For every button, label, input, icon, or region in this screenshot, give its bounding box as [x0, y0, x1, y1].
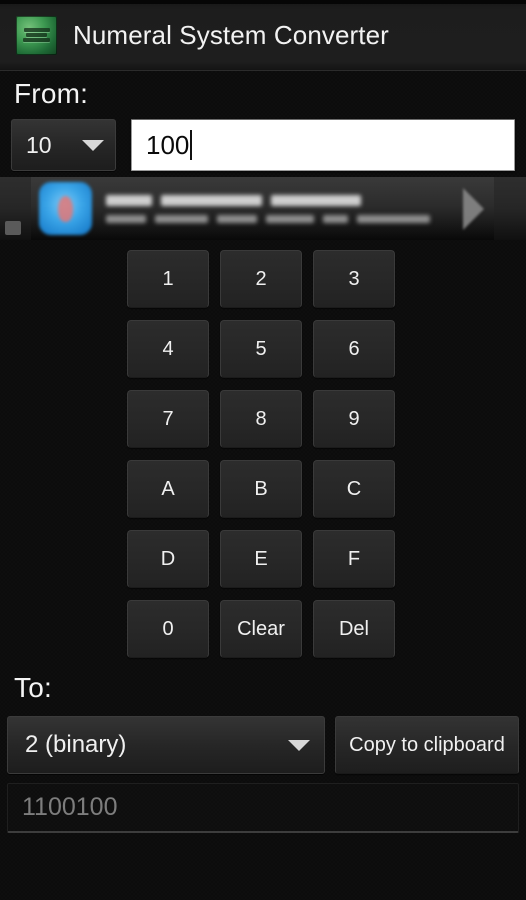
- key-7[interactable]: 7: [127, 390, 209, 448]
- from-input-value: 100: [146, 130, 190, 160]
- ad-text-block: [106, 194, 463, 223]
- key-del[interactable]: Del: [313, 600, 395, 658]
- page-title: Numeral System Converter: [73, 19, 389, 50]
- key-e[interactable]: E: [220, 530, 302, 588]
- app-logo-icon: [16, 15, 57, 55]
- key-clear[interactable]: Clear: [220, 600, 302, 658]
- to-base-value: 2 (binary): [25, 731, 127, 758]
- ad-info-icon[interactable]: [5, 221, 21, 235]
- ad-content: [31, 177, 494, 240]
- title-bar: Numeral System Converter: [0, 0, 526, 71]
- key-6[interactable]: 6: [313, 320, 395, 378]
- key-b[interactable]: B: [220, 460, 302, 518]
- chevron-right-icon[interactable]: [463, 187, 484, 230]
- key-c[interactable]: C: [313, 460, 395, 518]
- from-label: From:: [14, 78, 89, 109]
- key-5[interactable]: 5: [220, 320, 302, 378]
- text-cursor: [190, 130, 193, 160]
- key-d[interactable]: D: [127, 530, 209, 588]
- keypad: 1 2 3 4 5 6 7 8 9 A B C D E F 0 Clear De…: [127, 250, 399, 658]
- result-field[interactable]: 1100100: [7, 783, 519, 833]
- ad-subline: [106, 214, 463, 223]
- ad-app-icon: [39, 182, 92, 235]
- key-0[interactable]: 0: [127, 600, 209, 658]
- key-2[interactable]: 2: [220, 250, 302, 308]
- result-value: 1100100: [22, 793, 118, 821]
- key-4[interactable]: 4: [127, 320, 209, 378]
- key-8[interactable]: 8: [220, 390, 302, 448]
- to-base-spinner[interactable]: 2 (binary): [7, 716, 325, 774]
- from-base-spinner[interactable]: 10: [11, 119, 116, 171]
- key-9[interactable]: 9: [313, 390, 395, 448]
- from-base-value: 10: [26, 131, 52, 158]
- chevron-down-icon: [82, 139, 104, 151]
- copy-to-clipboard-button[interactable]: Copy to clipboard: [335, 716, 519, 774]
- to-label: To:: [14, 672, 52, 703]
- chevron-down-icon: [288, 739, 310, 751]
- from-value-input[interactable]: 100: [131, 119, 515, 171]
- key-a[interactable]: A: [127, 460, 209, 518]
- ad-headline: [106, 194, 463, 206]
- key-f[interactable]: F: [313, 530, 395, 588]
- key-1[interactable]: 1: [127, 250, 209, 308]
- from-row: 10 100: [0, 119, 526, 171]
- key-3[interactable]: 3: [313, 250, 395, 308]
- app-root: Numeral System Converter From: 10 100 1 …: [0, 0, 526, 900]
- ad-banner[interactable]: [0, 177, 526, 240]
